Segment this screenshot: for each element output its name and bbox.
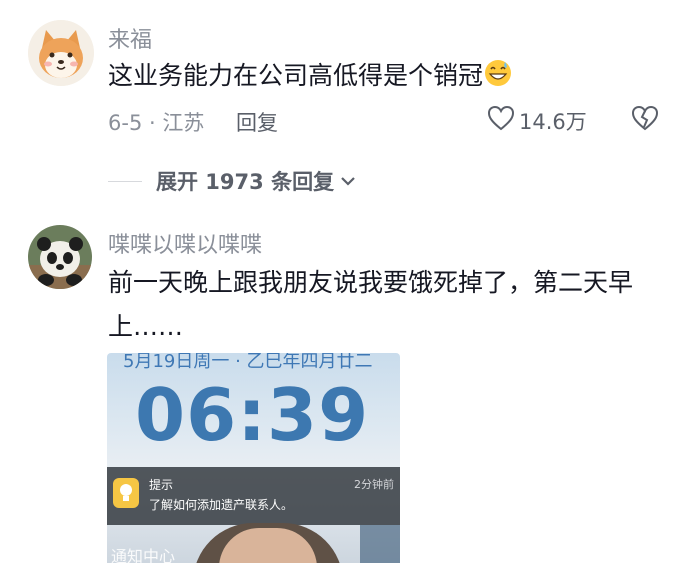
dislike-button[interactable] [631,105,659,136]
broken-heart-icon [631,105,659,136]
grinning-sweat-emoji [483,58,513,100]
notification-banner: 提示 了解如何添加遗产联系人。 2分钟前 [107,467,400,525]
like-button[interactable]: 14.6万 [487,105,587,136]
avatar[interactable] [28,225,92,289]
lightbulb-icon [113,478,139,508]
expand-replies-label: 展开 1973 条回复 [156,170,335,194]
lockscreen-date: 5月19日周一 · 乙巳年四月廿二 [123,353,373,372]
notification-body: 了解如何添加遗产联系人。 [149,498,294,512]
date-location: 6-5 · 江苏 [108,111,205,135]
panda-icon [28,225,92,289]
comment-text-content: 这业务能力在公司高低得是个销冠 [108,61,484,90]
comment-meta: 6-5 · 江苏 回复 14.6万 [108,105,668,135]
reply-button[interactable]: 回复 [236,107,278,137]
notification-center-label: 通知中心 [111,547,176,563]
like-count: 14.6万 [519,109,587,134]
comment-text-line1: 前一天晚上跟我朋友说我要饿死掉了，第二天早 [108,268,634,297]
divider [108,180,142,182]
chevron-down-icon [340,172,356,191]
expand-replies-button[interactable]: 展开 1973 条回复 [108,166,356,196]
shiba-dog-icon [28,20,94,86]
notification-title: 提示 [149,478,174,492]
avatar[interactable] [28,20,94,86]
username[interactable]: 来福 [108,22,152,54]
comment-text: 这业务能力在公司高低得是个销冠 [108,56,513,100]
comment-image[interactable]: 5月19日周一 · 乙巳年四月廿二 06:39 提示 了解如何添加遗产联系人。 … [107,353,400,563]
notification-time: 2分钟前 [354,478,394,491]
comment-text-line2: 上…… [108,312,184,341]
lockscreen-clock: 06:39 [135,373,370,457]
username[interactable]: 喋喋以喋以喋喋 [108,227,262,259]
background-shape [360,525,400,563]
heart-outline-icon [487,105,515,136]
